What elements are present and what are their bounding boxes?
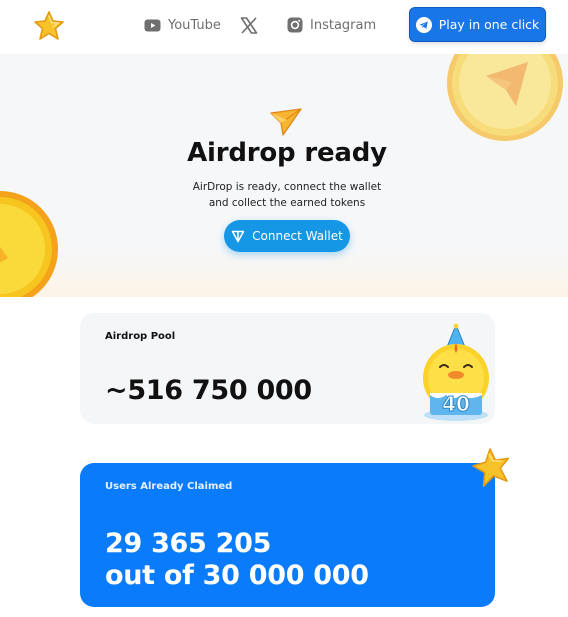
coin-icon	[447, 54, 563, 141]
users-claimed-value: 29 365 205 out of 30 000 000	[105, 528, 369, 592]
users-claimed-total: out of 30 000 000	[105, 560, 369, 591]
card-label: Airdrop Pool	[105, 331, 176, 342]
hero-subtitle-line: AirDrop is ready, connect the wallet	[192, 181, 382, 193]
duck-cake-icon: 40	[423, 323, 489, 421]
youtube-link[interactable]: YouTube	[144, 14, 221, 36]
telegram-icon	[415, 16, 432, 33]
hero-subtitle-line: and collect the earned tokens	[208, 197, 366, 209]
paper-plane-icon	[270, 108, 302, 136]
play-in-one-click-button[interactable]: Play in one click	[409, 7, 546, 42]
hero-subtitle: AirDrop is ready, connect the wallet and…	[0, 179, 568, 211]
users-claimed-card: Users Already Claimed 29 365 205 out of …	[80, 463, 495, 607]
instagram-link[interactable]: Instagram	[287, 14, 376, 36]
page-title: Airdrop ready	[187, 138, 387, 168]
play-button-label: Play in one click	[438, 17, 540, 32]
connect-wallet-button[interactable]: Connect Wallet	[224, 220, 350, 252]
site-header: YouTube Instagram Play in one click	[0, 0, 568, 54]
x-link[interactable]	[240, 14, 258, 36]
card-label: Users Already Claimed	[105, 481, 233, 492]
youtube-icon	[144, 19, 161, 31]
ton-icon	[231, 230, 245, 242]
instagram-label: Instagram	[310, 17, 377, 33]
hero-section: Airdrop ready AirDrop is ready, connect …	[0, 54, 568, 297]
youtube-label: YouTube	[168, 17, 221, 33]
svg-text:40: 40	[442, 392, 470, 416]
star-logo-icon[interactable]	[32, 10, 66, 42]
instagram-icon	[287, 17, 303, 33]
star-icon	[472, 448, 510, 487]
x-icon	[240, 16, 258, 34]
connect-wallet-label: Connect Wallet	[252, 229, 343, 243]
airdrop-pool-value: ~516 750 000	[105, 375, 312, 406]
users-claimed-count: 29 365 205	[105, 528, 272, 559]
